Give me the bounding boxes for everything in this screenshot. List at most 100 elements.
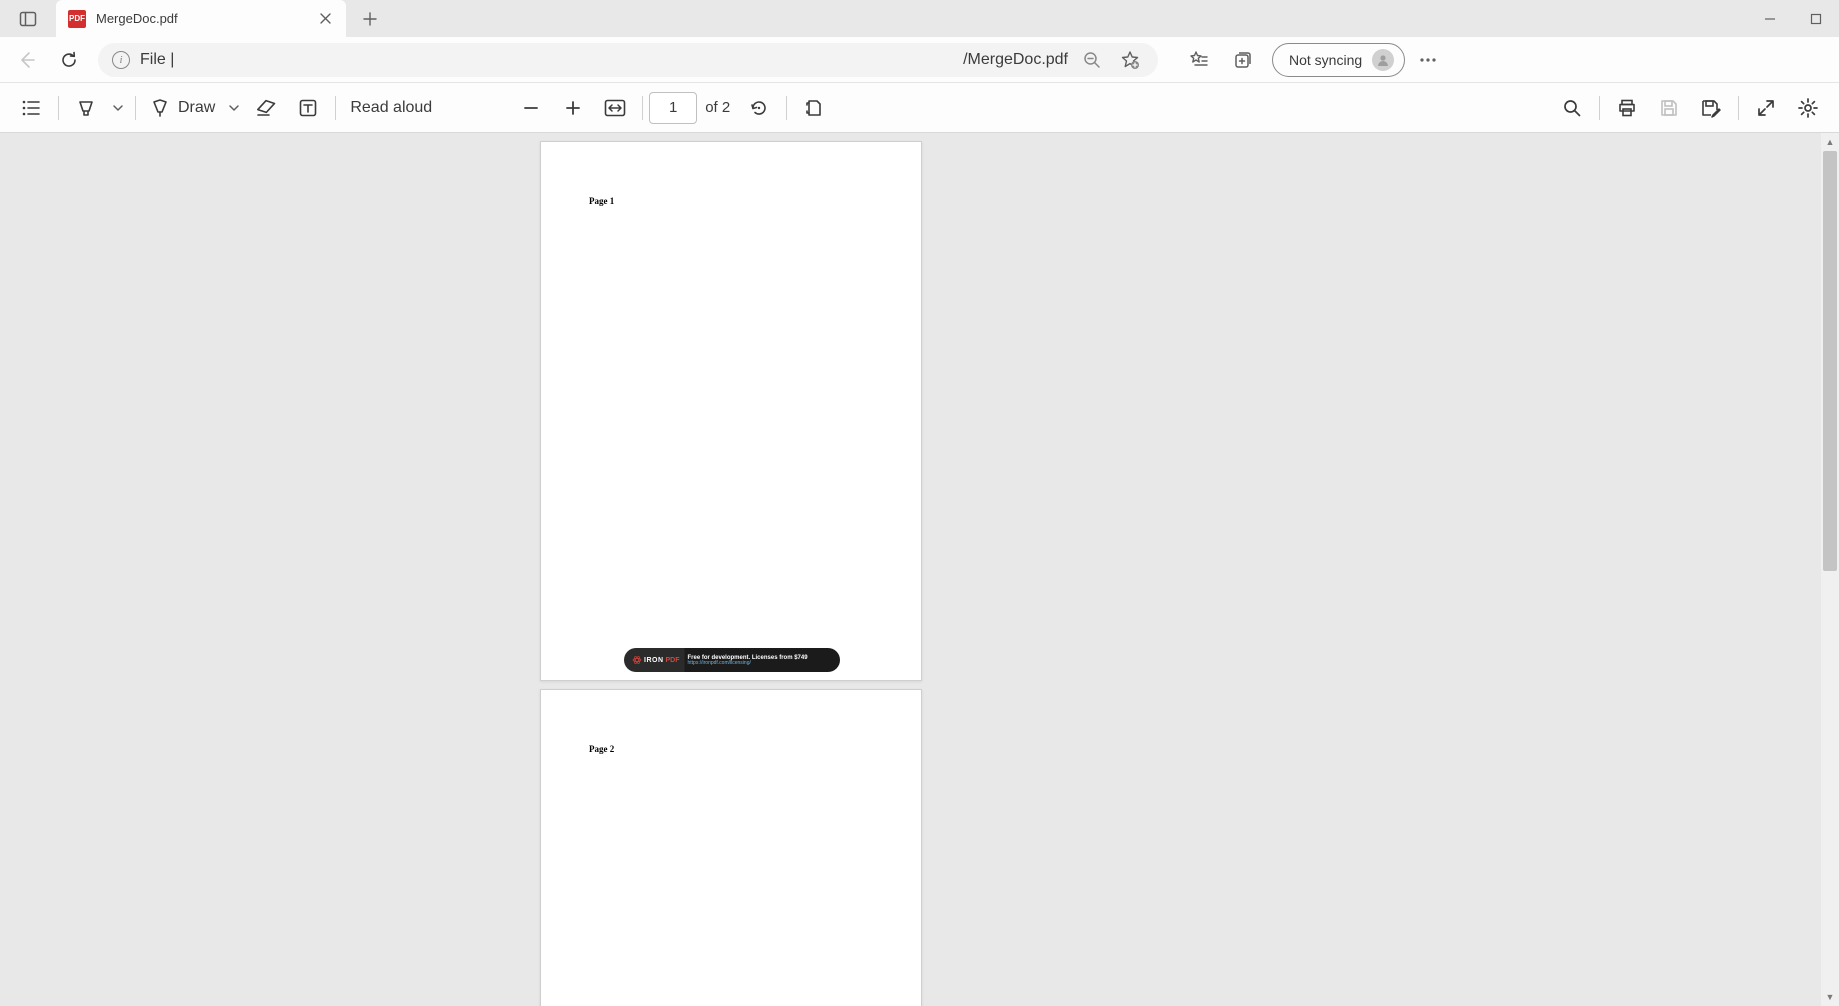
zoom-out-icon — [1083, 51, 1101, 69]
window-controls — [1747, 0, 1839, 37]
nav-back-button[interactable] — [8, 41, 46, 79]
find-button[interactable] — [1551, 88, 1593, 128]
expand-icon — [1756, 98, 1776, 118]
pdf-toolbar: Draw Read aloud of 2 — [0, 83, 1839, 133]
window-minimize-button[interactable] — [1747, 0, 1793, 37]
address-favorite-button[interactable] — [1116, 46, 1144, 74]
separator — [58, 96, 59, 120]
page-1-heading: Page 1 — [589, 196, 614, 206]
text-box-icon — [298, 98, 318, 118]
draw-label: Draw — [178, 99, 215, 117]
pdf-settings-button[interactable] — [1787, 88, 1829, 128]
address-suffix: /MergeDoc.pdf — [963, 51, 1068, 69]
draw-button[interactable]: Draw — [142, 88, 223, 128]
pdf-file-icon: PDF — [68, 10, 86, 28]
plus-icon — [565, 100, 581, 116]
profile-sync-button[interactable]: Not syncing — [1272, 43, 1405, 77]
pdf-page-2[interactable]: Page 2 — [540, 689, 922, 1006]
fullscreen-button[interactable] — [1745, 88, 1787, 128]
watermark-line2: https://ironpdf.com/licensing/ — [688, 661, 808, 666]
separator — [1599, 96, 1600, 120]
collections-icon — [1233, 50, 1253, 70]
highlight-dropdown[interactable] — [107, 88, 129, 128]
save-as-button[interactable] — [1690, 88, 1732, 128]
vertical-scrollbar[interactable]: ▲ ▼ — [1821, 133, 1839, 1006]
site-info-icon[interactable]: i — [112, 51, 130, 69]
star-lines-icon — [1189, 50, 1209, 70]
add-text-button[interactable] — [287, 88, 329, 128]
separator — [135, 96, 136, 120]
more-horizontal-icon — [1418, 50, 1438, 70]
rotate-button[interactable] — [738, 88, 780, 128]
separator — [786, 96, 787, 120]
draw-dropdown[interactable] — [223, 88, 245, 128]
address-prefix: File | — [140, 51, 174, 69]
settings-more-button[interactable] — [1407, 41, 1449, 79]
read-aloud-label: Read aloud — [350, 99, 432, 117]
scroll-up-button[interactable]: ▲ — [1821, 133, 1839, 151]
ironpdf-logo: IRONPDF — [632, 655, 680, 665]
page-view-button[interactable] — [793, 88, 835, 128]
page-total-label: of 2 — [697, 99, 738, 116]
arrow-left-icon — [17, 50, 37, 70]
star-plus-icon — [1120, 50, 1140, 70]
read-aloud-button[interactable]: Read aloud — [342, 88, 440, 128]
collections-button[interactable] — [1222, 41, 1264, 79]
atom-icon — [632, 655, 642, 665]
document-viewport[interactable]: Page 1 IRONPDF Free for development. Lic… — [0, 133, 1821, 1006]
chevron-down-icon — [228, 102, 240, 114]
save-icon — [1659, 98, 1679, 118]
print-button[interactable] — [1606, 88, 1648, 128]
zoom-out-button[interactable] — [510, 88, 552, 128]
maximize-icon — [1810, 13, 1822, 25]
contents-button[interactable] — [10, 88, 52, 128]
zoom-in-button[interactable] — [552, 88, 594, 128]
new-tab-button[interactable] — [352, 1, 388, 37]
watermark-brand-b: PDF — [666, 657, 680, 664]
pdf-page-1[interactable]: Page 1 IRONPDF Free for development. Lic… — [540, 141, 922, 681]
address-zoom-button[interactable] — [1078, 46, 1106, 74]
plus-icon — [363, 12, 377, 26]
erase-button[interactable] — [245, 88, 287, 128]
page-view-icon — [804, 98, 824, 118]
pen-icon — [150, 98, 170, 118]
watermark-brand-a: IRON — [644, 657, 664, 664]
list-icon — [21, 99, 41, 117]
tab-actions-button[interactable] — [0, 0, 56, 37]
titlebar: PDF MergeDoc.pdf — [0, 0, 1839, 37]
eraser-icon — [255, 98, 277, 118]
nav-toolbar: i File | /MergeDoc.pdf Not syncing — [0, 37, 1839, 83]
fit-width-button[interactable] — [594, 88, 636, 128]
rotate-icon — [749, 98, 769, 118]
address-bar[interactable]: i File | /MergeDoc.pdf — [98, 43, 1158, 77]
separator — [1738, 96, 1739, 120]
separator — [335, 96, 336, 120]
scroll-down-button[interactable]: ▼ — [1821, 988, 1839, 1006]
highlight-button[interactable] — [65, 88, 107, 128]
refresh-icon — [59, 50, 79, 70]
ironpdf-watermark: IRONPDF Free for development. Licenses f… — [624, 648, 840, 672]
tab-actions-icon — [19, 10, 37, 28]
toolbar-right-icons: Not syncing — [1178, 41, 1449, 79]
sync-label: Not syncing — [1289, 52, 1362, 68]
chevron-down-icon — [112, 102, 124, 114]
highlighter-icon — [76, 98, 96, 118]
close-icon — [320, 13, 331, 24]
browser-tab[interactable]: PDF MergeDoc.pdf — [56, 0, 346, 37]
fit-width-icon — [604, 99, 626, 117]
printer-icon — [1617, 98, 1637, 118]
nav-refresh-button[interactable] — [50, 41, 88, 79]
save-button[interactable] — [1648, 88, 1690, 128]
page-2-heading: Page 2 — [589, 744, 614, 754]
save-edit-icon — [1700, 98, 1722, 118]
search-icon — [1562, 98, 1582, 118]
favorites-button[interactable] — [1178, 41, 1220, 79]
minus-icon — [523, 100, 539, 116]
page-number-input[interactable] — [649, 92, 697, 124]
avatar-icon — [1372, 49, 1394, 71]
tab-close-button[interactable] — [316, 10, 334, 28]
minimize-icon — [1764, 13, 1776, 25]
window-maximize-button[interactable] — [1793, 0, 1839, 37]
gear-icon — [1797, 97, 1819, 119]
scroll-thumb[interactable] — [1823, 151, 1837, 571]
